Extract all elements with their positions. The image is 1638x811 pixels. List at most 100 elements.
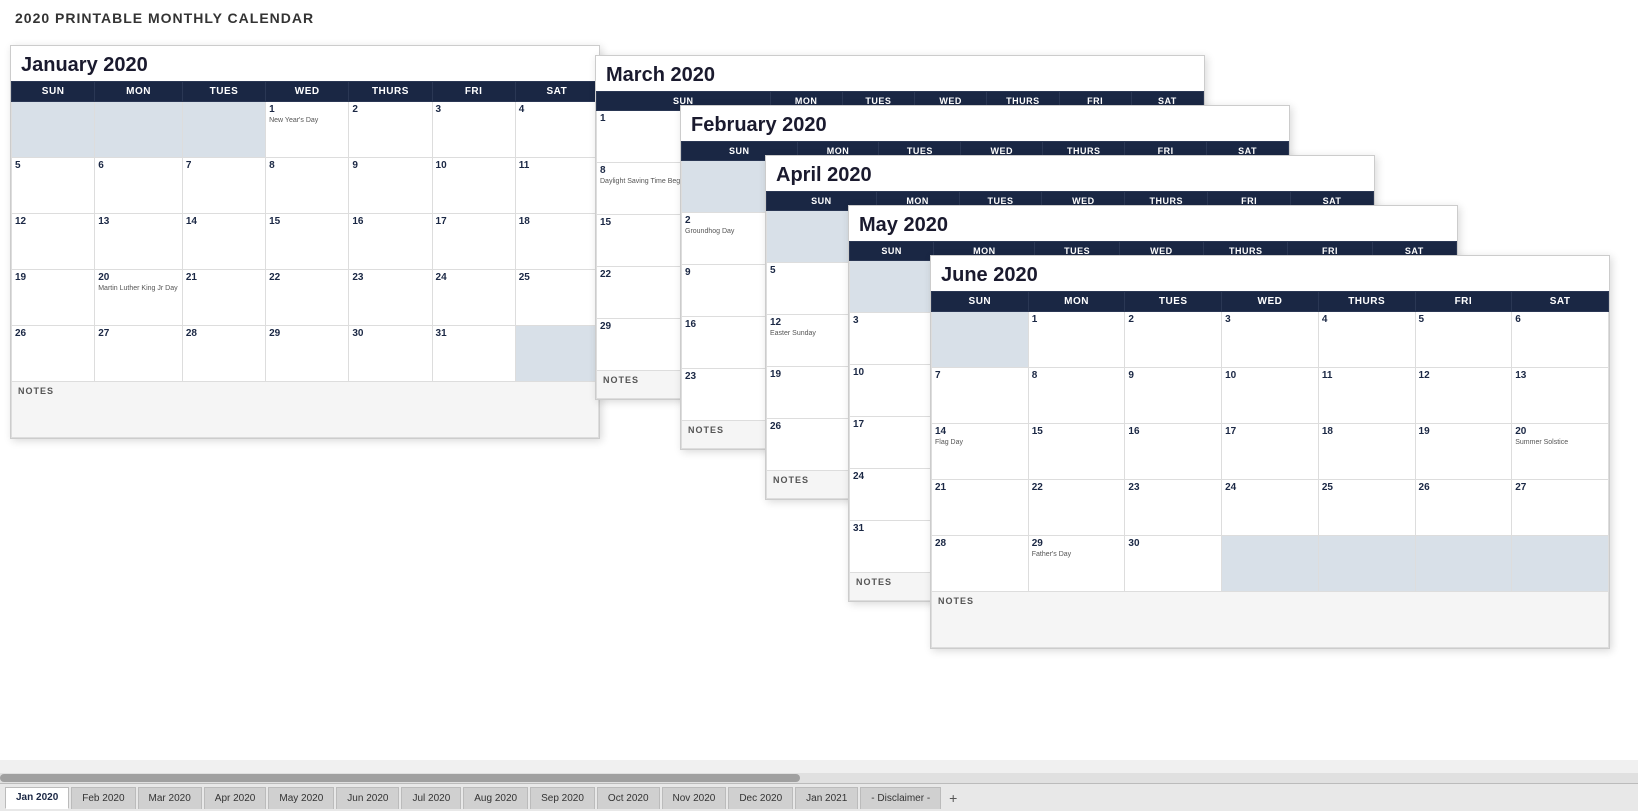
jun-e1 [932,312,1029,368]
jan-day-2: 2 [349,102,432,158]
jan-fri-header: FRI [432,82,515,102]
jun-wed: WED [1222,292,1319,312]
scrollbar-thumb[interactable] [0,774,800,782]
jun-mon: MON [1028,292,1125,312]
jun-d29: 29Father's Day [1028,536,1125,592]
jun-d4: 4 [1318,312,1415,368]
may-d24: 24 [850,469,934,521]
january-grid: SUN MON TUES WED THURS FRI SAT 1New Year… [11,81,599,438]
jun-d22: 22 [1028,480,1125,536]
tab-dec-2020[interactable]: Dec 2020 [728,787,793,809]
jun-d12: 12 [1415,368,1512,424]
jan-thu-header: THURS [349,82,432,102]
table-row: 1 2 3 4 5 6 [932,312,1609,368]
tab-jan-2020[interactable]: Jan 2020 [5,787,69,809]
jun-sat: SAT [1512,292,1609,312]
may-e1 [850,261,934,313]
jun-sun: SUN [932,292,1029,312]
jan-day-24: 24 [432,270,515,326]
jan-empty-end [515,326,598,382]
jan-day-10: 10 [432,158,515,214]
jun-d19: 19 [1415,424,1512,480]
jan-mon-header: MON [95,82,183,102]
jun-d5: 5 [1415,312,1512,368]
jan-sat-header: SAT [515,82,598,102]
tab-oct-2020[interactable]: Oct 2020 [597,787,660,809]
jan-day-6: 6 [95,158,183,214]
jun-d2: 2 [1125,312,1222,368]
tab-nov-2020[interactable]: Nov 2020 [662,787,727,809]
jan-empty-3 [182,102,265,158]
june-grid: SUN MON TUES WED THURS FRI SAT 1 2 3 4 5 [931,291,1609,648]
jun-d26: 26 [1415,480,1512,536]
jan-day-5: 5 [12,158,95,214]
table-row: NOTES [12,382,599,438]
tab-disclaimer[interactable]: - Disclaimer - [860,787,941,809]
jan-day-1: 1New Year's Day [266,102,349,158]
jan-notes: NOTES [12,382,599,438]
jun-d23: 23 [1125,480,1222,536]
jun-ee4 [1512,536,1609,592]
jan-day-4: 4 [515,102,598,158]
jan-day-21: 21 [182,270,265,326]
table-row: 7 8 9 10 11 12 13 [932,368,1609,424]
jan-day-17: 17 [432,214,515,270]
jan-day-18: 18 [515,214,598,270]
jan-day-13: 13 [95,214,183,270]
add-tab-button[interactable]: + [943,788,963,808]
jun-ee3 [1415,536,1512,592]
jan-sun-header: SUN [12,82,95,102]
tab-apr-2020[interactable]: Apr 2020 [204,787,267,809]
jan-day-25: 25 [515,270,598,326]
jan-day-31: 31 [432,326,515,382]
jun-ee2 [1318,536,1415,592]
main-area: 2020 PRINTABLE MONTHLY CALENDAR January … [0,0,1638,760]
tab-mar-2020[interactable]: Mar 2020 [138,787,202,809]
tab-may-2020[interactable]: May 2020 [268,787,334,809]
jun-ee1 [1222,536,1319,592]
jun-d11: 11 [1318,368,1415,424]
tab-feb-2020[interactable]: Feb 2020 [71,787,135,809]
tab-aug-2020[interactable]: Aug 2020 [463,787,528,809]
jan-day-8: 8 [266,158,349,214]
table-row: 28 29Father's Day 30 [932,536,1609,592]
jun-tue: TUES [1125,292,1222,312]
jun-d17: 17 [1222,424,1319,480]
april-title: April 2020 [766,156,1374,191]
tab-jun-2020[interactable]: Jun 2020 [336,787,399,809]
jan-day-29: 29 [266,326,349,382]
tab-jul-2020[interactable]: Jul 2020 [401,787,461,809]
jun-d14: 14Flag Day [932,424,1029,480]
tab-jan-2021[interactable]: Jan 2021 [795,787,858,809]
jun-d6: 6 [1512,312,1609,368]
may-d31: 31 [850,521,934,573]
jan-day-9: 9 [349,158,432,214]
scrollbar[interactable] [0,773,1638,783]
tab-sep-2020[interactable]: Sep 2020 [530,787,595,809]
may-d17: 17 [850,417,934,469]
jan-day-26: 26 [12,326,95,382]
table-row: NOTES [932,592,1609,648]
jun-d27: 27 [1512,480,1609,536]
jun-d18: 18 [1318,424,1415,480]
may-sun: SUN [850,242,934,261]
jan-day-22: 22 [266,270,349,326]
jan-day-16: 16 [349,214,432,270]
june-title: June 2020 [931,256,1609,291]
table-row: 26 27 28 29 30 31 [12,326,599,382]
jan-day-7: 7 [182,158,265,214]
jan-day-12: 12 [12,214,95,270]
jun-d3: 3 [1222,312,1319,368]
jun-d30: 30 [1125,536,1222,592]
jun-thu: THURS [1318,292,1415,312]
jan-day-15: 15 [266,214,349,270]
table-row: 1New Year's Day 2 3 4 [12,102,599,158]
may-title: May 2020 [849,206,1457,241]
jan-day-19: 19 [12,270,95,326]
jun-d1: 1 [1028,312,1125,368]
jun-d24: 24 [1222,480,1319,536]
table-row: 19 20Martin Luther King Jr Day 21 22 23 … [12,270,599,326]
tab-bar: Jan 2020 Feb 2020 Mar 2020 Apr 2020 May … [0,783,1638,811]
jun-d21: 21 [932,480,1029,536]
jan-tue-header: TUES [182,82,265,102]
